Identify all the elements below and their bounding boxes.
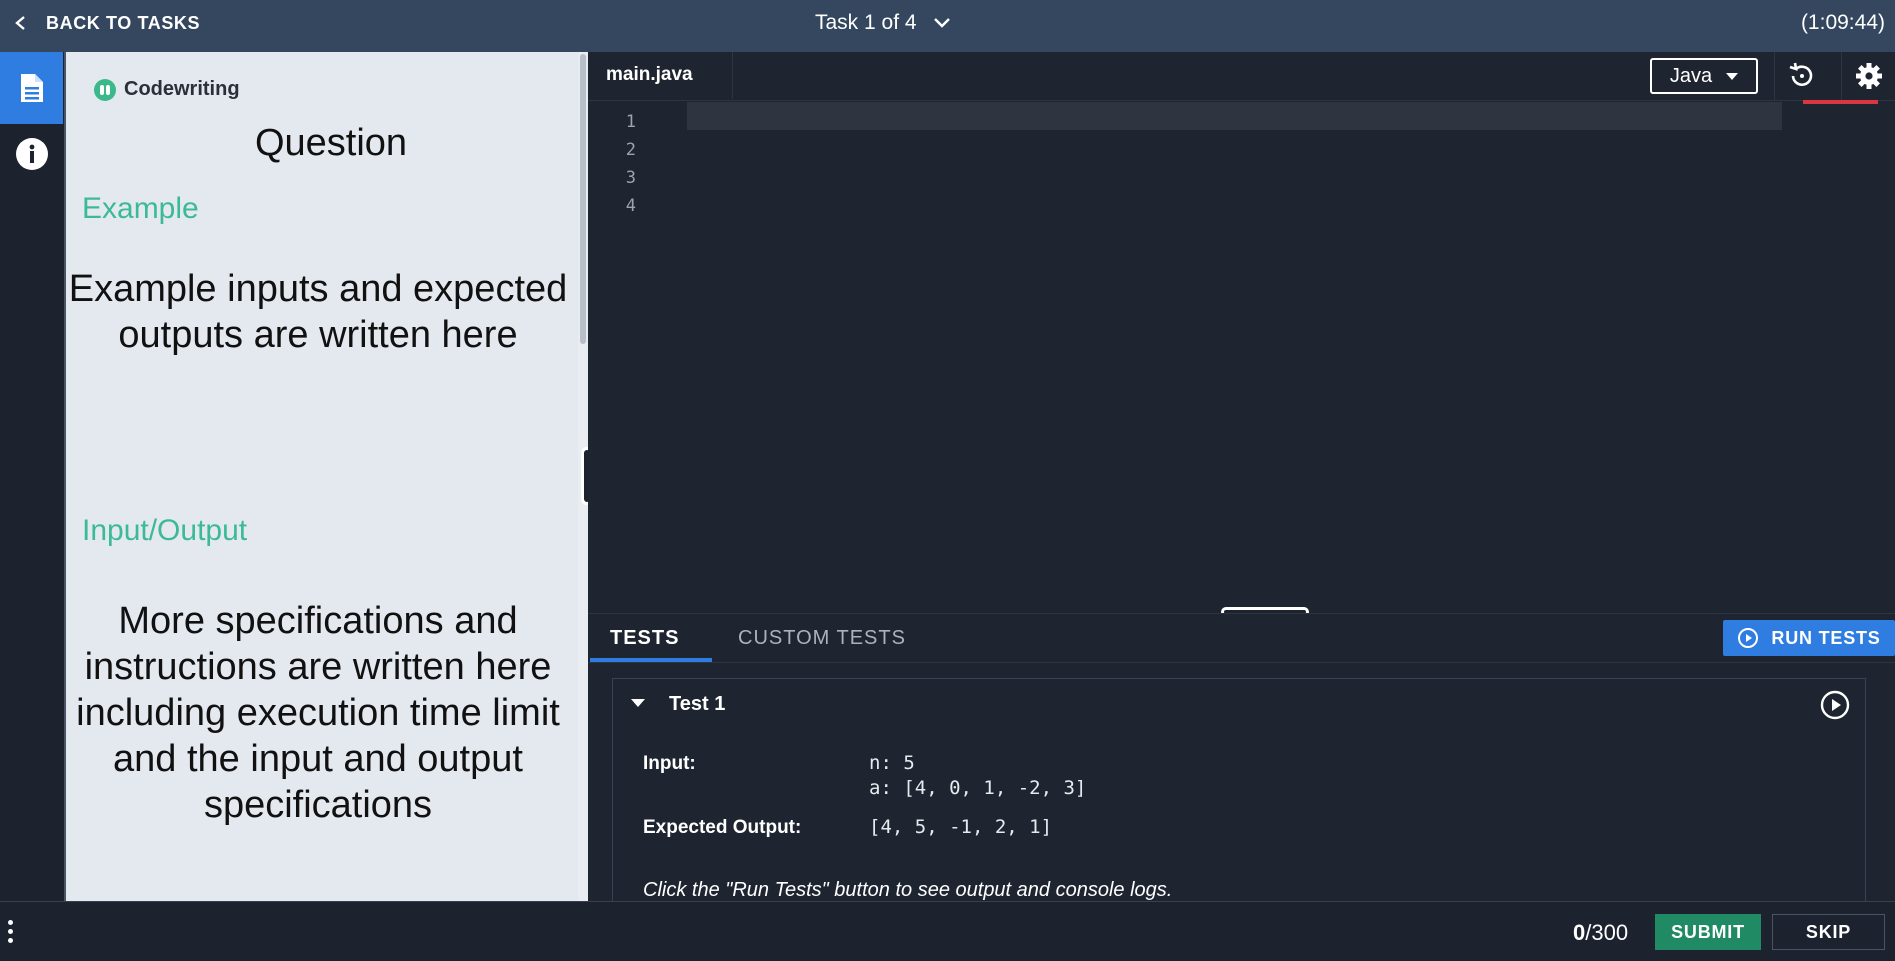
bottom-bar: 0/300 SUBMIT SKIP — [0, 901, 1895, 961]
top-bar: BACK TO TASKS Task 1 of 4 (1:09:44) — [0, 0, 1895, 52]
gear-icon — [1854, 61, 1884, 91]
example-heading: Example — [82, 192, 199, 226]
task-label: Task 1 of 4 — [815, 11, 917, 35]
editor-divider — [588, 100, 1895, 101]
info-icon — [15, 137, 49, 171]
io-heading: Input/Output — [82, 514, 247, 548]
minimap-marker — [1803, 100, 1878, 104]
caret-down-icon — [1726, 73, 1738, 80]
score: 0/300 — [1573, 920, 1628, 946]
chevron-left-icon — [14, 16, 28, 30]
submit-button[interactable]: SUBMIT — [1655, 914, 1761, 950]
expected-output-value: [4, 5, -1, 2, 1] — [869, 815, 1052, 840]
expected-output-label: Expected Output: — [643, 817, 801, 839]
input-value: n: 5 a: [4, 0, 1, -2, 3] — [869, 751, 1086, 801]
run-tests-button[interactable]: RUN TESTS — [1723, 620, 1895, 656]
line-number: 3 — [588, 164, 648, 192]
tests-divider — [588, 662, 1895, 663]
skip-button[interactable]: SKIP — [1772, 914, 1885, 950]
scrollbar-thumb[interactable] — [580, 54, 586, 344]
run-tests-hint: Click the "Run Tests" button to see outp… — [643, 879, 1172, 902]
score-value: 0 — [1573, 920, 1585, 945]
settings-button[interactable] — [1841, 52, 1895, 100]
chevron-down-icon — [933, 17, 951, 29]
reset-button[interactable] — [1774, 52, 1828, 100]
input-label: Input: — [643, 753, 696, 775]
test-header[interactable]: Test 1 — [613, 679, 1865, 729]
test-name: Test 1 — [669, 693, 725, 716]
back-to-tasks-label: BACK TO TASKS — [46, 13, 200, 34]
info-tab-button[interactable] — [0, 124, 63, 184]
run-tests-label: RUN TESTS — [1771, 628, 1880, 649]
description-tab-button[interactable] — [0, 52, 63, 124]
language-select[interactable]: Java — [1650, 58, 1758, 94]
question-title: Question — [66, 122, 578, 165]
line-gutter: 1 2 3 4 — [588, 108, 648, 220]
back-to-tasks-button[interactable]: BACK TO TASKS — [14, 0, 200, 46]
description-panel: Codewriting Question Example Example inp… — [64, 52, 578, 901]
tests-panel: TESTS CUSTOM TESTS RUN TESTS Test 1 Inpu… — [588, 613, 1895, 901]
code-editor[interactable]: main.java Java — [588, 52, 1895, 613]
tab-tests[interactable]: TESTS — [610, 614, 679, 662]
brand: Codewriting — [94, 78, 240, 101]
tab-custom-tests[interactable]: CUSTOM TESTS — [738, 614, 906, 662]
current-line-highlight — [687, 102, 1782, 130]
play-circle-icon — [1737, 627, 1759, 649]
test-card: Test 1 Input: n: 5 a: [4, 0, 1, -2, 3] E… — [612, 678, 1866, 918]
io-text: More specifications and instructions are… — [66, 598, 570, 828]
codewriting-logo-icon — [94, 79, 116, 101]
timer: (1:09:44) — [1801, 0, 1885, 46]
more-options-icon[interactable] — [8, 920, 13, 943]
play-circle-icon[interactable] — [1819, 689, 1851, 721]
file-tab[interactable]: main.java — [588, 52, 733, 100]
example-text: Example inputs and expected outputs are … — [66, 266, 570, 358]
line-number: 2 — [588, 136, 648, 164]
brand-label: Codewriting — [124, 78, 240, 101]
line-number: 4 — [588, 192, 648, 220]
caret-down-icon[interactable] — [631, 699, 645, 707]
left-icon-rail — [0, 52, 63, 901]
line-number: 1 — [588, 108, 648, 136]
language-label: Java — [1670, 65, 1712, 88]
document-icon — [19, 72, 45, 104]
reset-icon — [1787, 61, 1817, 91]
task-selector[interactable]: Task 1 of 4 — [815, 0, 951, 46]
score-max: /300 — [1585, 920, 1628, 945]
